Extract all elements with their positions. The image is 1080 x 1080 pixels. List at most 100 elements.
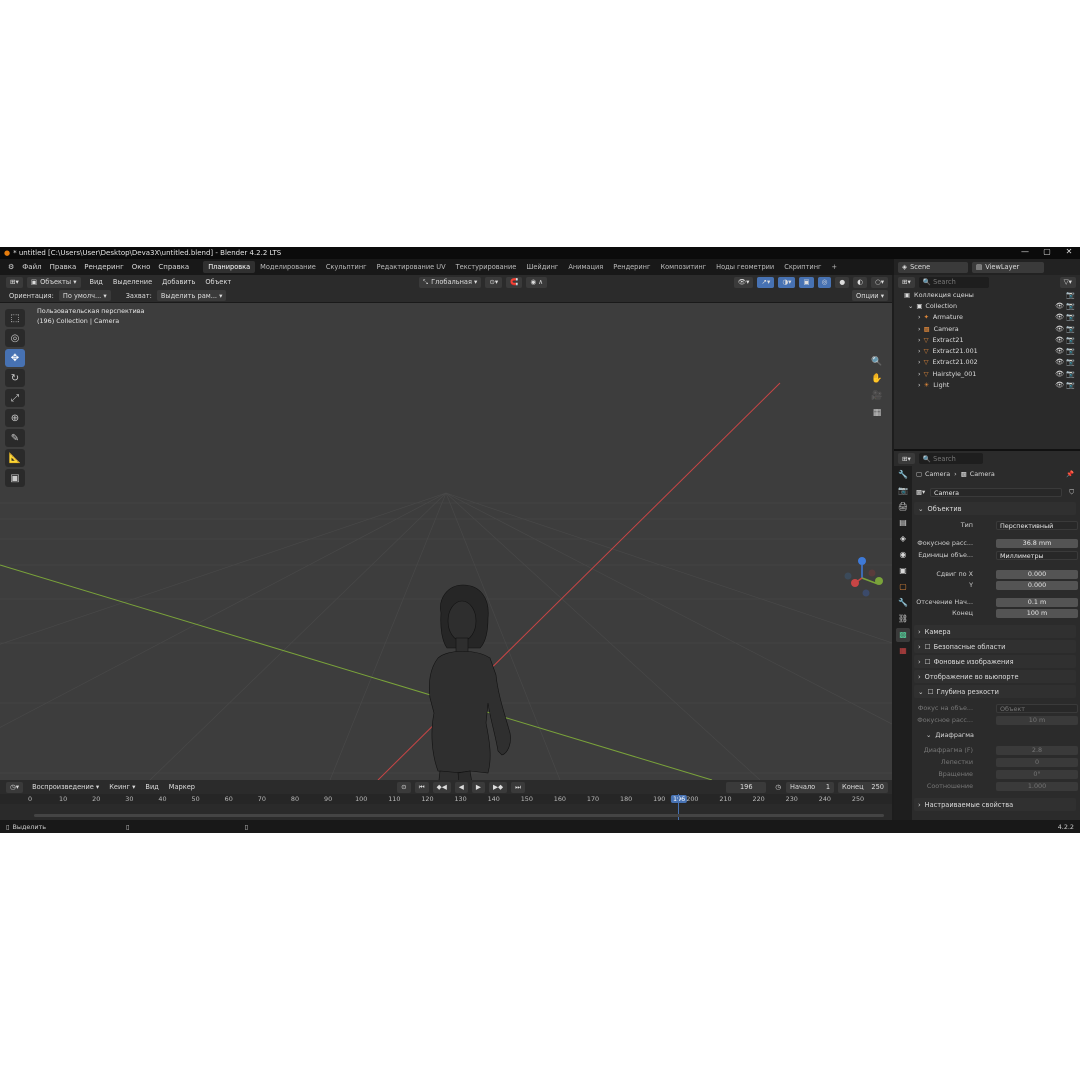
scene-selector[interactable]: ◈ Scene: [898, 261, 968, 273]
checkbox-icon[interactable]: ☐: [925, 658, 931, 666]
camera-restrict-icon[interactable]: 📷: [1066, 313, 1075, 321]
current-frame-field[interactable]: 196: [726, 781, 767, 793]
view-layer-selector[interactable]: ▤ ViewLayer: [972, 261, 1044, 273]
expand-icon[interactable]: ›: [918, 325, 921, 333]
perspective-grid-icon[interactable]: ▦: [869, 405, 885, 421]
rotation-field[interactable]: 0°: [996, 769, 1078, 779]
tool-tab-icon[interactable]: 🔧: [896, 468, 910, 482]
transform-tool-icon[interactable]: ⊕: [5, 409, 25, 427]
expand-icon[interactable]: ›: [918, 370, 921, 378]
outliner-collection[interactable]: ⌄ ▣ Collection 👁 📷: [894, 300, 1080, 311]
checkbox-icon[interactable]: ☐: [928, 688, 934, 696]
eye-icon[interactable]: 👁: [1055, 302, 1064, 310]
xray-button[interactable]: ▣: [799, 276, 814, 288]
snap-options-dropdown[interactable]: Выделить рам... ▾: [156, 290, 227, 301]
blades-field[interactable]: 0: [996, 757, 1078, 767]
camera-restrict-icon[interactable]: 📷: [1066, 381, 1075, 389]
keying-menu[interactable]: Кеинг ▾: [104, 783, 140, 791]
dof-panel-header[interactable]: ⌄ ☐ Глубина резкости: [914, 685, 1076, 698]
rotate-tool-icon[interactable]: ↻: [5, 369, 25, 387]
camera-restrict-icon[interactable]: 📷: [1066, 291, 1075, 299]
prev-keyframe-button[interactable]: ◆◀: [432, 781, 451, 793]
collection-tab-icon[interactable]: ▣: [896, 564, 910, 578]
properties-editor-type[interactable]: ⊞▾: [898, 453, 915, 464]
menu-render[interactable]: Рендеринг: [80, 263, 128, 271]
shading-rendered-button[interactable]: ○▾: [870, 276, 889, 288]
eye-icon[interactable]: 👁: [1055, 347, 1064, 355]
3d-viewport[interactable]: Пользовательская перспектива (196) Colle…: [0, 303, 892, 780]
scene-tab-icon[interactable]: ◈: [896, 532, 910, 546]
snap-button[interactable]: 🧲: [506, 276, 523, 288]
tab-geometry-nodes[interactable]: Ноды геометрии: [711, 261, 779, 273]
tab-animation[interactable]: Анимация: [563, 261, 608, 273]
camera-restrict-icon[interactable]: 📷: [1066, 358, 1075, 366]
timeline-scrollbar[interactable]: [34, 814, 884, 817]
clip-end-field[interactable]: 100 m: [996, 608, 1078, 618]
outliner-item-hairstyle[interactable]: › ▽ Hairstyle_001 👁 📷: [894, 368, 1080, 379]
pan-hand-icon[interactable]: ✋: [869, 371, 885, 387]
datablock-name-field[interactable]: Camera: [930, 487, 1062, 497]
expand-icon[interactable]: ›: [918, 358, 921, 366]
outliner-display-mode[interactable]: ⊞▾: [898, 276, 915, 288]
camera-view-icon[interactable]: 🎥: [869, 388, 885, 404]
orientation-options-dropdown[interactable]: По умолч... ▾: [58, 290, 111, 301]
editor-type-button[interactable]: ⊞▾: [6, 276, 23, 288]
outliner-item-light[interactable]: › ☀ Light 👁 📷: [894, 379, 1080, 390]
navigation-gizmo[interactable]: [844, 557, 884, 597]
scale-tool-icon[interactable]: ⤢: [5, 389, 25, 407]
jump-end-button[interactable]: ⏭: [511, 781, 526, 793]
camera-restrict-icon[interactable]: 📷: [1066, 347, 1075, 355]
expand-icon[interactable]: ›: [918, 347, 921, 355]
proportional-edit-button[interactable]: ◉ ∧: [526, 276, 548, 288]
world-tab-icon[interactable]: ◉: [896, 548, 910, 562]
options-dropdown[interactable]: Опции ▾: [852, 290, 888, 301]
tab-compositing[interactable]: Композитинг: [655, 261, 711, 273]
shading-wireframe-button[interactable]: ◎: [817, 276, 832, 288]
frame-ruler[interactable]: 0 10 20 30 40 50 60 70 80 90 100 110 120 130 140 150 160…: [0, 794, 892, 804]
outliner-search[interactable]: 🔍 Search: [918, 276, 989, 288]
focal-length-field[interactable]: 36.8 mm: [996, 538, 1078, 548]
tab-uv-editing[interactable]: Редактирование UV: [372, 261, 451, 273]
tab-rendering[interactable]: Рендеринг: [608, 261, 655, 273]
timeline-editor-type[interactable]: ◷▾: [6, 781, 24, 793]
modifiers-tab-icon[interactable]: 🔧: [896, 596, 910, 610]
viewport-display-panel-header[interactable]: › Отображение во вьюпорте: [914, 670, 1076, 683]
texture-tab-icon[interactable]: ▦: [896, 644, 910, 658]
render-tab-icon[interactable]: 📷: [896, 484, 910, 498]
lens-panel-header[interactable]: ⌄ Объектив: [914, 502, 1076, 515]
shading-material-button[interactable]: ◐: [853, 276, 867, 288]
visibility-button[interactable]: 👁▾: [733, 276, 754, 288]
maximize-button[interactable]: ▢: [1036, 247, 1058, 256]
tab-sculpting[interactable]: Скульптинг: [321, 261, 372, 273]
outliner-item-armature[interactable]: › ✦ Armature 👁 📷: [894, 312, 1080, 323]
shading-solid-button[interactable]: ●: [835, 276, 850, 288]
select-box-tool-icon[interactable]: ⬚: [5, 309, 25, 327]
camera-restrict-icon[interactable]: 📷: [1066, 325, 1075, 333]
overlay-button[interactable]: ◑▾: [778, 276, 796, 288]
blender-menu-icon[interactable]: ⚙: [4, 263, 18, 271]
menu-file[interactable]: Файл: [18, 263, 45, 271]
eye-icon[interactable]: 👁: [1055, 336, 1064, 344]
constraints-tab-icon[interactable]: ⛓: [896, 612, 910, 626]
timeline-view-menu[interactable]: Вид: [140, 783, 163, 791]
expand-icon[interactable]: ›: [918, 336, 921, 344]
clip-start-field[interactable]: 0.1 m: [996, 597, 1078, 607]
expand-icon[interactable]: ›: [918, 313, 921, 321]
view-layer-tab-icon[interactable]: ▤: [896, 516, 910, 530]
play-reverse-button[interactable]: ◀: [454, 781, 468, 793]
eye-icon[interactable]: 👁: [1055, 358, 1064, 366]
tab-texture-paint[interactable]: Текстурирование: [451, 261, 522, 273]
outliner-item-extract21[interactable]: › ▽ Extract21 👁 📷: [894, 334, 1080, 345]
menu-select[interactable]: Выделение: [108, 278, 157, 286]
dof-focus-object-field[interactable]: Объект: [996, 703, 1078, 713]
expand-icon[interactable]: ›: [918, 381, 921, 389]
camera-restrict-icon[interactable]: 📷: [1066, 336, 1075, 344]
end-frame-field[interactable]: Конец 250: [838, 781, 889, 793]
outliner-scene-collection[interactable]: ▣ Коллекция сцены 📷: [894, 289, 1080, 300]
camera-restrict-icon[interactable]: 📷: [1066, 370, 1075, 378]
timeline-area[interactable]: 0 10 20 30 40 50 60 70 80 90 100 110 120 130 140 150 160…: [0, 794, 892, 820]
checkbox-icon[interactable]: ☐: [925, 643, 931, 651]
eye-icon[interactable]: 👁: [1055, 325, 1064, 333]
ratio-field[interactable]: 1.000: [996, 781, 1078, 791]
dof-focus-distance-field[interactable]: 10 m: [996, 715, 1078, 725]
